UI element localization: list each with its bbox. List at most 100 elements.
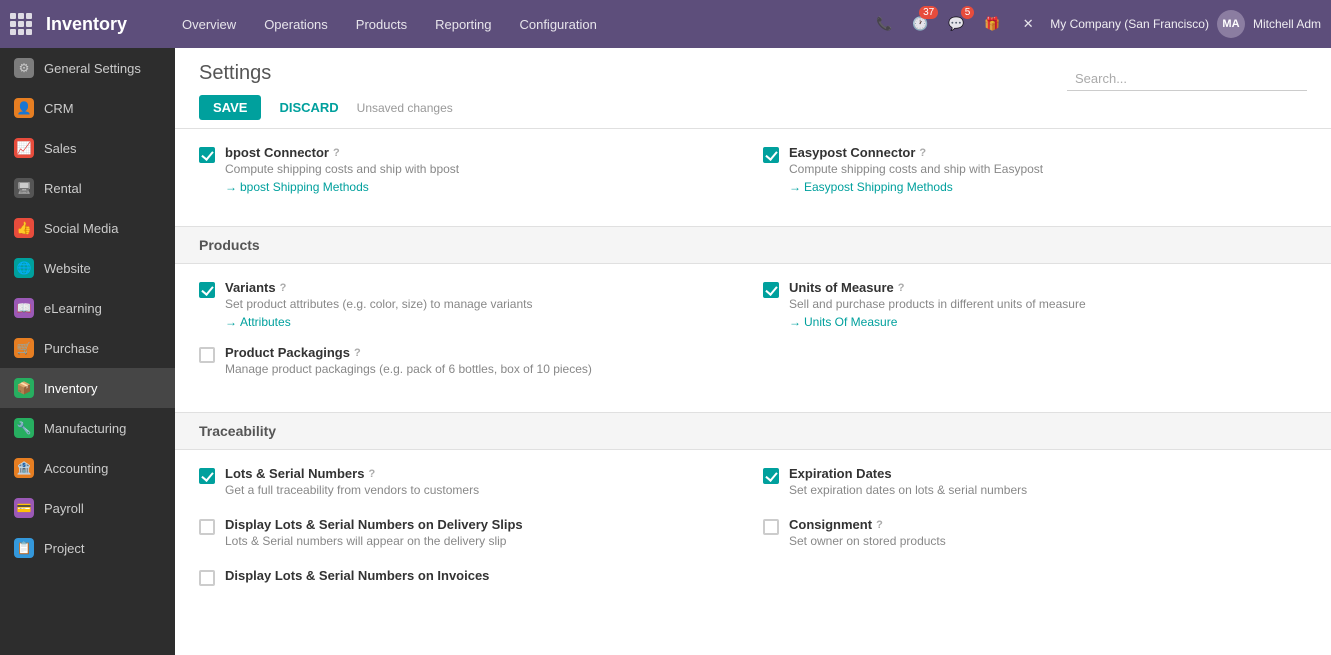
consignment-text: Consignment ? Set owner on stored produc…	[789, 517, 1307, 552]
purchase-icon: 🛒	[14, 338, 34, 358]
display-lots-invoices-setting: Display Lots & Serial Numbers on Invoice…	[199, 568, 743, 586]
display-lots-invoices-checkbox[interactable]	[199, 570, 215, 586]
expiration-dates-text: Expiration Dates Set expiration dates on…	[789, 466, 1307, 501]
bpost-connector-checkbox[interactable]	[199, 147, 215, 163]
accounting-icon: 🏦	[14, 458, 34, 478]
display-lots-delivery-checkbox[interactable]	[199, 519, 215, 535]
sidebar-label-accounting: Accounting	[44, 461, 108, 476]
chat-badge: 5	[961, 6, 975, 19]
sidebar-item-general-settings[interactable]: ⚙ General Settings	[0, 48, 175, 88]
sidebar-item-social-media[interactable]: 👍 Social Media	[0, 208, 175, 248]
rental-icon: 🖥	[14, 178, 34, 198]
bpost-connector-desc: Compute shipping costs and ship with bpo…	[225, 162, 743, 176]
product-packagings-checkbox[interactable]	[199, 347, 215, 363]
close-icon[interactable]: ✕	[1014, 10, 1042, 38]
expiration-dates-desc: Set expiration dates on lots & serial nu…	[789, 483, 1307, 497]
display-lots-delivery-desc: Lots & Serial numbers will appear on the…	[225, 534, 743, 548]
display-lots-delivery-label: Display Lots & Serial Numbers on Deliver…	[225, 517, 743, 532]
units-help-icon[interactable]: ?	[898, 282, 905, 294]
product-packagings-text: Product Packagings ? Manage product pack…	[225, 345, 743, 380]
sidebar-item-payroll[interactable]: 💳 Payroll	[0, 488, 175, 528]
main-content: Settings SAVE DISCARD Unsaved changes	[175, 48, 1331, 655]
expiration-dates-setting: Expiration Dates Set expiration dates on…	[763, 466, 1307, 501]
units-of-measure-setting: Units of Measure ? Sell and purchase pro…	[763, 280, 1307, 329]
variants-desc: Set product attributes (e.g. color, size…	[225, 297, 743, 311]
lots-serial-checkbox[interactable]	[199, 468, 215, 484]
units-of-measure-checkbox[interactable]	[763, 282, 779, 298]
sidebar-label-general-settings: General Settings	[44, 61, 141, 76]
sidebar-label-project: Project	[44, 541, 84, 556]
products-section-body: Variants ? Set product attributes (e.g. …	[175, 264, 1331, 412]
nav-reporting[interactable]: Reporting	[423, 11, 503, 38]
sidebar-label-elearning: eLearning	[44, 301, 102, 316]
settings-content: bpost Connector ? Compute shipping costs…	[175, 129, 1331, 618]
sidebar-item-project[interactable]: 📋 Project	[0, 528, 175, 568]
clock-icon[interactable]: 🕐 37	[906, 10, 934, 38]
easypost-connector-label: Easypost Connector ?	[789, 145, 1307, 160]
nav-items: Overview Operations Products Reporting C…	[170, 11, 870, 38]
inventory-icon: 📦	[14, 378, 34, 398]
expiration-dates-checkbox[interactable]	[763, 468, 779, 484]
units-of-measure-link[interactable]: → Units Of Measure	[789, 315, 1307, 329]
packagings-help-icon[interactable]: ?	[354, 347, 361, 359]
nav-operations[interactable]: Operations	[252, 11, 340, 38]
sidebar-item-inventory[interactable]: 📦 Inventory	[0, 368, 175, 408]
discard-button[interactable]: DISCARD	[269, 95, 348, 120]
project-icon: 📋	[14, 538, 34, 558]
sidebar-label-sales: Sales	[44, 141, 77, 156]
shipping-row: bpost Connector ? Compute shipping costs…	[199, 145, 1307, 194]
units-of-measure-desc: Sell and purchase products in different …	[789, 297, 1307, 311]
save-button[interactable]: SAVE	[199, 95, 261, 120]
consignment-help-icon[interactable]: ?	[876, 519, 883, 531]
products-row-2-empty	[763, 345, 1307, 380]
easypost-shipping-link[interactable]: → Easypost Shipping Methods	[789, 180, 1307, 194]
easypost-connector-desc: Compute shipping costs and ship with Eas…	[789, 162, 1307, 176]
sidebar-label-website: Website	[44, 261, 91, 276]
consignment-checkbox[interactable]	[763, 519, 779, 535]
easypost-help-icon[interactable]: ?	[919, 147, 926, 159]
gift-icon[interactable]: 🎁	[978, 10, 1006, 38]
crm-icon: 👤	[14, 98, 34, 118]
display-lots-invoices-label: Display Lots & Serial Numbers on Invoice…	[225, 568, 743, 583]
sidebar-label-inventory: Inventory	[44, 381, 97, 396]
sidebar-item-rental[interactable]: 🖥 Rental	[0, 168, 175, 208]
avatar[interactable]: MA	[1217, 10, 1245, 38]
sidebar-item-website[interactable]: 🌐 Website	[0, 248, 175, 288]
bpost-help-icon[interactable]: ?	[333, 147, 340, 159]
main-header: Settings SAVE DISCARD Unsaved changes	[175, 48, 1331, 129]
brand[interactable]: Inventory	[10, 13, 150, 35]
display-lots-delivery-text: Display Lots & Serial Numbers on Deliver…	[225, 517, 743, 552]
sidebar-label-social-media: Social Media	[44, 221, 118, 236]
sidebar-item-purchase[interactable]: 🛒 Purchase	[0, 328, 175, 368]
sidebar-label-rental: Rental	[44, 181, 82, 196]
sales-icon: 📈	[14, 138, 34, 158]
sidebar-item-crm[interactable]: 👤 CRM	[0, 88, 175, 128]
product-packagings-label: Product Packagings ?	[225, 345, 743, 360]
nav-configuration[interactable]: Configuration	[507, 11, 608, 38]
app-grid-icon[interactable]	[10, 13, 32, 35]
bpost-connector-setting: bpost Connector ? Compute shipping costs…	[199, 145, 743, 194]
general-settings-icon: ⚙	[14, 58, 34, 78]
sidebar-item-sales[interactable]: 📈 Sales	[0, 128, 175, 168]
nav-overview[interactable]: Overview	[170, 11, 248, 38]
variants-checkbox[interactable]	[199, 282, 215, 298]
bpost-shipping-link[interactable]: → bpost Shipping Methods	[225, 180, 743, 194]
bpost-connector-label: bpost Connector ?	[225, 145, 743, 160]
lots-help-icon[interactable]: ?	[368, 468, 375, 480]
website-icon: 🌐	[14, 258, 34, 278]
attributes-link[interactable]: → Attributes	[225, 315, 743, 329]
phone-icon[interactable]: 📞	[870, 10, 898, 38]
sidebar-item-manufacturing[interactable]: 🔧 Manufacturing	[0, 408, 175, 448]
clock-badge: 37	[919, 6, 938, 19]
social-media-icon: 👍	[14, 218, 34, 238]
shipping-section: bpost Connector ? Compute shipping costs…	[175, 129, 1331, 226]
sidebar-item-accounting[interactable]: 🏦 Accounting	[0, 448, 175, 488]
sidebar-item-elearning[interactable]: 📖 eLearning	[0, 288, 175, 328]
easypost-connector-checkbox[interactable]	[763, 147, 779, 163]
nav-products[interactable]: Products	[344, 11, 419, 38]
variants-help-icon[interactable]: ?	[280, 282, 287, 294]
user-name: Mitchell Adm	[1253, 17, 1321, 31]
consignment-setting: Consignment ? Set owner on stored produc…	[763, 517, 1307, 552]
chat-icon[interactable]: 💬 5	[942, 10, 970, 38]
search-input[interactable]	[1067, 67, 1307, 91]
